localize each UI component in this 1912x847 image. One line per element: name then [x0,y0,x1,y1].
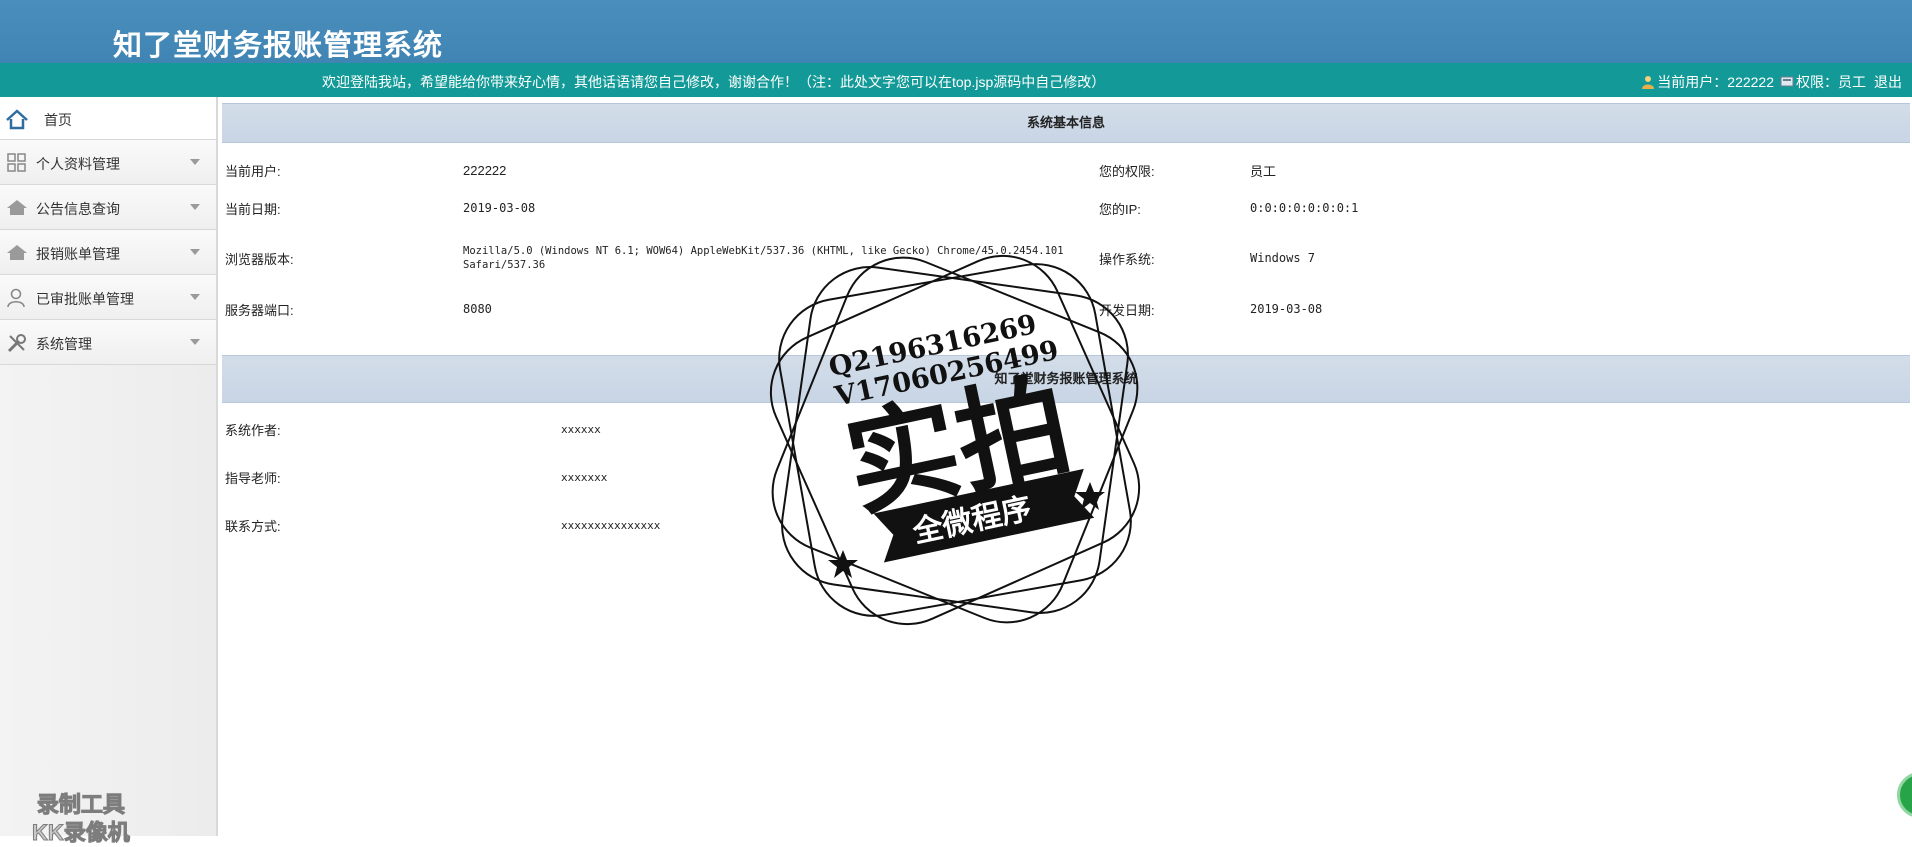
table-row: 系统作者: xxxxxx [222,405,663,453]
role-icon [1780,75,1794,89]
user-icon [6,287,28,309]
sidebar-item-home[interactable]: 首页 [0,97,216,140]
date-label: 当前日期: [225,201,281,217]
sidebar-item-reimbursement[interactable]: 报销账单管理 [0,230,216,275]
recorder-badge-line1: 录制工具 [36,792,125,818]
role-label: 您的权限: [1099,163,1155,179]
table-row: 当前日期: 2019-03-08 您的IP: 0:0:0:0:0:0:0:1 [222,189,1361,227]
app-title: 知了堂财务报账管理系统 [113,28,444,62]
os-value: Windows 7 [1250,251,1316,265]
sidebar-item-label: 首页 [44,112,72,128]
sidebar-item-profile[interactable]: 个人资料管理 [0,140,216,185]
watermark-stamp: Q2196316269 V17060256499 实拍 全微程序 [769,254,1141,626]
role-value: 员工 [1250,163,1277,179]
dev-date-value: 2019-03-08 [1250,302,1323,316]
recorder-badge: 录制工具 KK录像机 [32,791,131,847]
chevron-down-icon [190,204,200,210]
table-row: 指导老师: xxxxxxx [222,453,663,501]
table-row: 联系方式: xxxxxxxxxxxxxxx [222,501,663,549]
author-value: xxxxxx [561,422,601,436]
chevron-down-icon [190,294,200,300]
contact-label: 联系方式: [225,518,281,534]
browser-label: 浏览器版本: [225,251,294,267]
about-table: 系统作者: xxxxxx 指导老师: xxxxxxx 联系方式: xxxxxxx… [222,405,663,549]
logout-link[interactable]: 退出 [1874,72,1902,92]
chevron-down-icon [190,339,200,345]
current-user-label: 当前用户: [225,163,281,179]
grid-icon [6,152,28,174]
sidebar-item-label: 公告信息查询 [36,201,120,217]
ip-value: 0:0:0:0:0:0:0:1 [1250,201,1359,215]
house-icon [6,197,28,219]
ip-label: 您的IP: [1099,201,1141,217]
welcome-message: 欢迎登陆我站，希望能给你带来好心情，其他话语请您自己修改，谢谢合作！（注：此处文… [322,74,1106,90]
chevron-down-icon [190,159,200,165]
sidebar-item-notices[interactable]: 公告信息查询 [0,185,216,230]
wrench-icon [6,332,28,354]
house-icon [6,242,28,264]
current-user-label: 当前用户：222222 [1657,74,1774,90]
sidebar: 首页 个人资料管理 公告信息查询 报销账单管理 已审批账单管理 系统管理 录制工… [0,97,218,846]
recorder-badge-line2: KK录像机 [32,820,131,846]
sidebar-item-label: 报销账单管理 [36,246,120,262]
home-icon [6,109,28,131]
contact-value: xxxxxxxxxxxxxxx [561,518,661,532]
user-icon [1641,75,1655,89]
table-row: 当前用户: 222222 您的权限: 员工 [222,151,1361,189]
sidebar-item-label: 已审批账单管理 [36,291,134,307]
star-icon [828,550,858,578]
teacher-label: 指导老师: [225,470,281,486]
sidebar-item-system[interactable]: 系统管理 [0,320,216,365]
role-label: 权限：员工 [1796,74,1866,90]
sidebar-item-approved[interactable]: 已审批账单管理 [0,275,216,320]
sidebar-item-label: 系统管理 [36,336,92,352]
author-label: 系统作者: [225,422,281,438]
header-banner: 知了堂财务报账管理系统 [0,0,1912,63]
user-info: 当前用户：222222 权限：员工 退出 [1641,72,1902,92]
sidebar-item-label: 个人资料管理 [36,156,120,172]
teacher-value: xxxxxxx [561,470,608,484]
top-bar: 欢迎登陆我站，希望能给你带来好心情，其他话语请您自己修改，谢谢合作！（注：此处文… [0,63,1912,97]
date-value: 2019-03-08 [463,201,536,215]
system-info-title: 系统基本信息 [222,103,1910,143]
current-user-value: 222222 [463,162,507,178]
port-label: 服务器端口: [225,302,294,318]
chevron-down-icon [190,249,200,255]
